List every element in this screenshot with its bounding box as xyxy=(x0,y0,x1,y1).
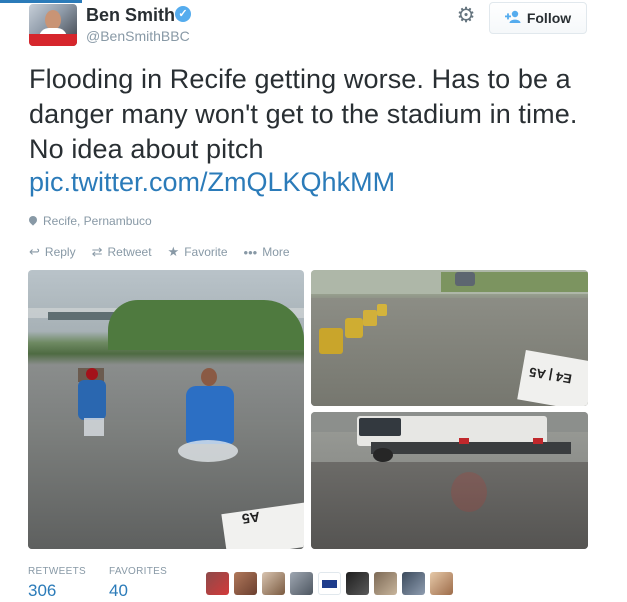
star-icon: ★ xyxy=(167,244,180,259)
avatar[interactable] xyxy=(262,572,285,595)
retweets-count: 306 xyxy=(28,581,57,600)
tweet-actions: ↩ Reply ⇄ Retweet ★ Favorite ••• More xyxy=(29,244,290,260)
favorite-label: Favorite xyxy=(184,245,228,259)
photo-flood-street[interactable]: A5 xyxy=(28,270,304,549)
user-handle[interactable]: @BenSmithBBC xyxy=(86,28,190,44)
follow-button[interactable]: Follow xyxy=(489,2,587,34)
retweets-stat[interactable]: RETWEETS 306 xyxy=(28,566,86,601)
favoriters-avatars xyxy=(206,572,453,595)
retweet-icon: ⇄ xyxy=(91,244,103,259)
reply-label: Reply xyxy=(44,245,76,259)
reply-button[interactable]: ↩ Reply xyxy=(29,244,76,260)
avatar[interactable] xyxy=(234,572,257,595)
location-pin-icon xyxy=(27,214,39,226)
avatar[interactable] xyxy=(318,572,341,595)
retweets-label: RETWEETS xyxy=(28,566,86,577)
person-plus-icon xyxy=(504,10,521,26)
gear-icon[interactable]: ⚙ xyxy=(456,5,476,26)
avatar[interactable] xyxy=(346,572,369,595)
more-button[interactable]: ••• More xyxy=(244,245,290,260)
photo-flood-truck[interactable] xyxy=(311,412,588,549)
avatar[interactable] xyxy=(374,572,397,595)
avatar[interactable] xyxy=(29,4,77,46)
reply-icon: ↩ xyxy=(29,244,40,259)
avatar[interactable] xyxy=(206,572,229,595)
verified-badge-icon: ✓ xyxy=(175,6,191,22)
favorites-count: 40 xyxy=(109,581,128,600)
avatar[interactable] xyxy=(402,572,425,595)
tweet-text: Flooding in Recife getting worse. Has to… xyxy=(29,64,578,164)
avatar[interactable] xyxy=(290,572,313,595)
retweet-button[interactable]: ⇄ Retweet xyxy=(92,244,152,260)
follow-label: Follow xyxy=(526,10,572,26)
favorite-button[interactable]: ★ Favorite xyxy=(168,244,228,260)
ellipsis-icon: ••• xyxy=(243,244,258,260)
photo-flood-barriers[interactable]: E4 | A5 xyxy=(311,270,588,406)
photo-sign-text: A5 xyxy=(240,508,261,528)
avatar[interactable] xyxy=(430,572,453,595)
more-label: More xyxy=(262,245,290,259)
location-label: Recife, Pernambuco xyxy=(43,214,152,228)
favorites-label: FAVORITES xyxy=(109,566,168,577)
top-accent-line xyxy=(0,0,82,3)
user-name[interactable]: Ben Smith xyxy=(86,5,175,26)
tweet-media-link[interactable]: pic.twitter.com/ZmQLKQhkMM xyxy=(29,166,395,198)
retweet-label: Retweet xyxy=(107,245,152,259)
tweet-location[interactable]: Recife, Pernambuco xyxy=(27,214,152,228)
favorites-stat[interactable]: FAVORITES 40 xyxy=(109,566,167,601)
